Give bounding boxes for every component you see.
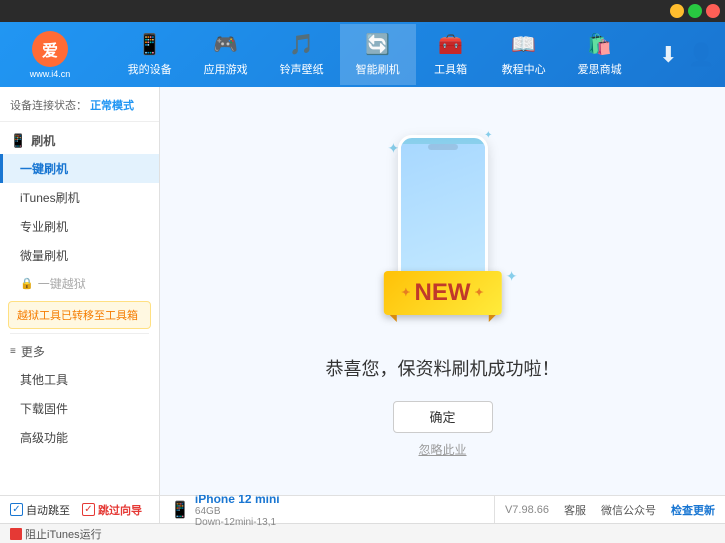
skip-wizard-label: 跳过向导 bbox=[98, 502, 142, 518]
more-section-title: ≡ 更多 bbox=[0, 338, 159, 365]
nav-toolbox[interactable]: 🧰 工具箱 bbox=[416, 24, 486, 85]
phone-notch bbox=[428, 144, 458, 150]
logo-icon: 爱 bbox=[32, 31, 68, 67]
nav-store[interactable]: 🛍️ 爱思商城 bbox=[562, 24, 638, 85]
ribbon-tail-right bbox=[489, 315, 496, 322]
nav-tutorial-label: 教程中心 bbox=[502, 61, 546, 77]
ribbon-tail-left bbox=[389, 315, 396, 322]
auto-jump-label: 自动跳至 bbox=[26, 502, 70, 518]
sidebar-item-download-firmware[interactable]: 下载固件 bbox=[0, 394, 159, 423]
skip-wizard-checkbox[interactable]: 跳过向导 bbox=[82, 502, 142, 518]
sidebar-item-advanced[interactable]: 高级功能 bbox=[0, 423, 159, 452]
account-button[interactable]: 👤 bbox=[688, 42, 715, 68]
apps-games-icon: 🎮 bbox=[213, 32, 238, 57]
new-star-left: ✦ bbox=[401, 286, 410, 299]
itunes-stop-label: 阻止iTunes运行 bbox=[25, 526, 102, 542]
nav-bar: 📱 我的设备 🎮 应用游戏 🎵 铃声壁纸 🔄 智能刷机 🧰 工具箱 📖 教程中心… bbox=[90, 24, 659, 85]
header-right-actions: ⬇ 👤 bbox=[659, 42, 715, 68]
my-device-icon: 📱 bbox=[137, 32, 162, 57]
stop-icon bbox=[10, 528, 22, 540]
device-firmware: Down-12mini-13,1 bbox=[195, 517, 280, 528]
main-area: 设备连接状态： 正常模式 📱 刷机 一键刷机 iTunes刷机 专业刷机 微量刷… bbox=[0, 87, 725, 495]
nav-my-device[interactable]: 📱 我的设备 bbox=[112, 24, 188, 85]
new-star-right: ✦ bbox=[475, 286, 484, 299]
bottom-bar: 自动跳至 跳过向导 📱 iPhone 12 mini 64GB Down-12m… bbox=[0, 495, 725, 523]
new-label: NEW bbox=[415, 279, 471, 307]
nav-tutorial[interactable]: 📖 教程中心 bbox=[486, 24, 562, 85]
itunes-stop-bar: 阻止iTunes运行 bbox=[0, 523, 725, 543]
device-phone-icon: 📱 bbox=[170, 500, 190, 520]
main-content: ✦ ✦ ✦ ✦ NEW ✦ bbox=[160, 87, 725, 495]
sparkle-2: ✦ bbox=[484, 130, 492, 141]
sidebar: 设备连接状态： 正常模式 📱 刷机 一键刷机 iTunes刷机 专业刷机 微量刷… bbox=[0, 87, 160, 495]
close-button[interactable] bbox=[706, 4, 720, 18]
nav-my-device-label: 我的设备 bbox=[128, 61, 172, 77]
sidebar-item-other-tools[interactable]: 其他工具 bbox=[0, 365, 159, 394]
nav-smart-flash[interactable]: 🔄 智能刷机 bbox=[340, 24, 416, 85]
toolbox-icon: 🧰 bbox=[438, 32, 463, 57]
wechat-link[interactable]: 微信公众号 bbox=[601, 502, 656, 518]
sidebar-item-itunes-flash[interactable]: iTunes刷机 bbox=[0, 183, 159, 212]
ignore-link[interactable]: 忽略此业 bbox=[418, 441, 466, 458]
nav-apps-games[interactable]: 🎮 应用游戏 bbox=[188, 24, 264, 85]
sidebar-divider bbox=[10, 333, 149, 334]
confirm-button[interactable]: 确定 bbox=[393, 401, 493, 433]
new-ribbon: ✦ NEW ✦ bbox=[383, 271, 501, 315]
lock-icon: 🔒 bbox=[20, 277, 34, 290]
nav-ringtones-label: 铃声壁纸 bbox=[280, 61, 324, 77]
sidebar-item-micro-flash[interactable]: 微量刷机 bbox=[0, 241, 159, 270]
nav-ringtones[interactable]: 🎵 铃声壁纸 bbox=[264, 24, 340, 85]
logo[interactable]: 爱 www.i4.cn bbox=[10, 31, 90, 79]
flash-section-title: 📱 刷机 bbox=[0, 127, 159, 154]
jailbreak-notice: 越狱工具已转移至工具箱 bbox=[8, 301, 151, 329]
download-button[interactable]: ⬇ bbox=[659, 42, 677, 68]
device-info-section: 📱 iPhone 12 mini 64GB Down-12mini-13,1 bbox=[160, 496, 494, 523]
header: 爱 www.i4.cn 📱 我的设备 🎮 应用游戏 🎵 铃声壁纸 🔄 智能刷机 … bbox=[0, 22, 725, 87]
sparkle-3: ✦ bbox=[506, 268, 518, 285]
nav-toolbox-label: 工具箱 bbox=[434, 61, 467, 77]
sidebar-item-jailbreak-locked: 🔒 一键越狱 bbox=[0, 270, 159, 297]
new-badge: ✦ NEW ✦ bbox=[383, 271, 501, 315]
more-icon: ≡ bbox=[10, 346, 16, 357]
minimize-button[interactable] bbox=[670, 4, 684, 18]
support-link[interactable]: 客服 bbox=[564, 502, 586, 518]
logo-tagline: www.i4.cn bbox=[30, 69, 71, 79]
tutorial-icon: 📖 bbox=[511, 32, 536, 57]
check-update-link[interactable]: 检查更新 bbox=[671, 502, 715, 518]
sidebar-item-one-click-flash[interactable]: 一键刷机 bbox=[0, 154, 159, 183]
status-value: 正常模式 bbox=[90, 100, 134, 112]
title-bar bbox=[0, 0, 725, 22]
bottom-left-checkboxes: 自动跳至 跳过向导 bbox=[0, 496, 160, 523]
phone-graphic: ✦ ✦ ✦ ✦ NEW ✦ bbox=[353, 125, 533, 325]
connection-status: 设备连接状态： 正常模式 bbox=[0, 92, 159, 122]
auto-jump-checkbox[interactable]: 自动跳至 bbox=[10, 502, 70, 518]
bottom-right-actions: V7.98.66 客服 微信公众号 检查更新 bbox=[494, 496, 725, 523]
sidebar-item-pro-flash[interactable]: 专业刷机 bbox=[0, 212, 159, 241]
smart-flash-icon: 🔄 bbox=[365, 32, 390, 57]
success-message: 恭喜您，保资料刷机成功啦！ bbox=[326, 355, 560, 381]
maximize-button[interactable] bbox=[688, 4, 702, 18]
nav-store-label: 爱思商城 bbox=[578, 61, 622, 77]
skip-wizard-checkbox-box[interactable] bbox=[82, 503, 95, 516]
nav-apps-games-label: 应用游戏 bbox=[204, 61, 248, 77]
auto-jump-checkbox-box[interactable] bbox=[10, 503, 23, 516]
device-details: iPhone 12 mini 64GB Down-12mini-13,1 bbox=[195, 492, 280, 528]
flash-section-icon: 📱 bbox=[10, 133, 26, 149]
nav-smart-flash-label: 智能刷机 bbox=[356, 61, 400, 77]
success-illustration: ✦ ✦ ✦ ✦ NEW ✦ bbox=[353, 125, 533, 345]
version-label: V7.98.66 bbox=[505, 504, 549, 516]
device-storage: 64GB bbox=[195, 506, 280, 517]
itunes-stop-button[interactable]: 阻止iTunes运行 bbox=[10, 526, 102, 542]
store-icon: 🛍️ bbox=[587, 32, 612, 57]
ringtones-icon: 🎵 bbox=[289, 32, 314, 57]
